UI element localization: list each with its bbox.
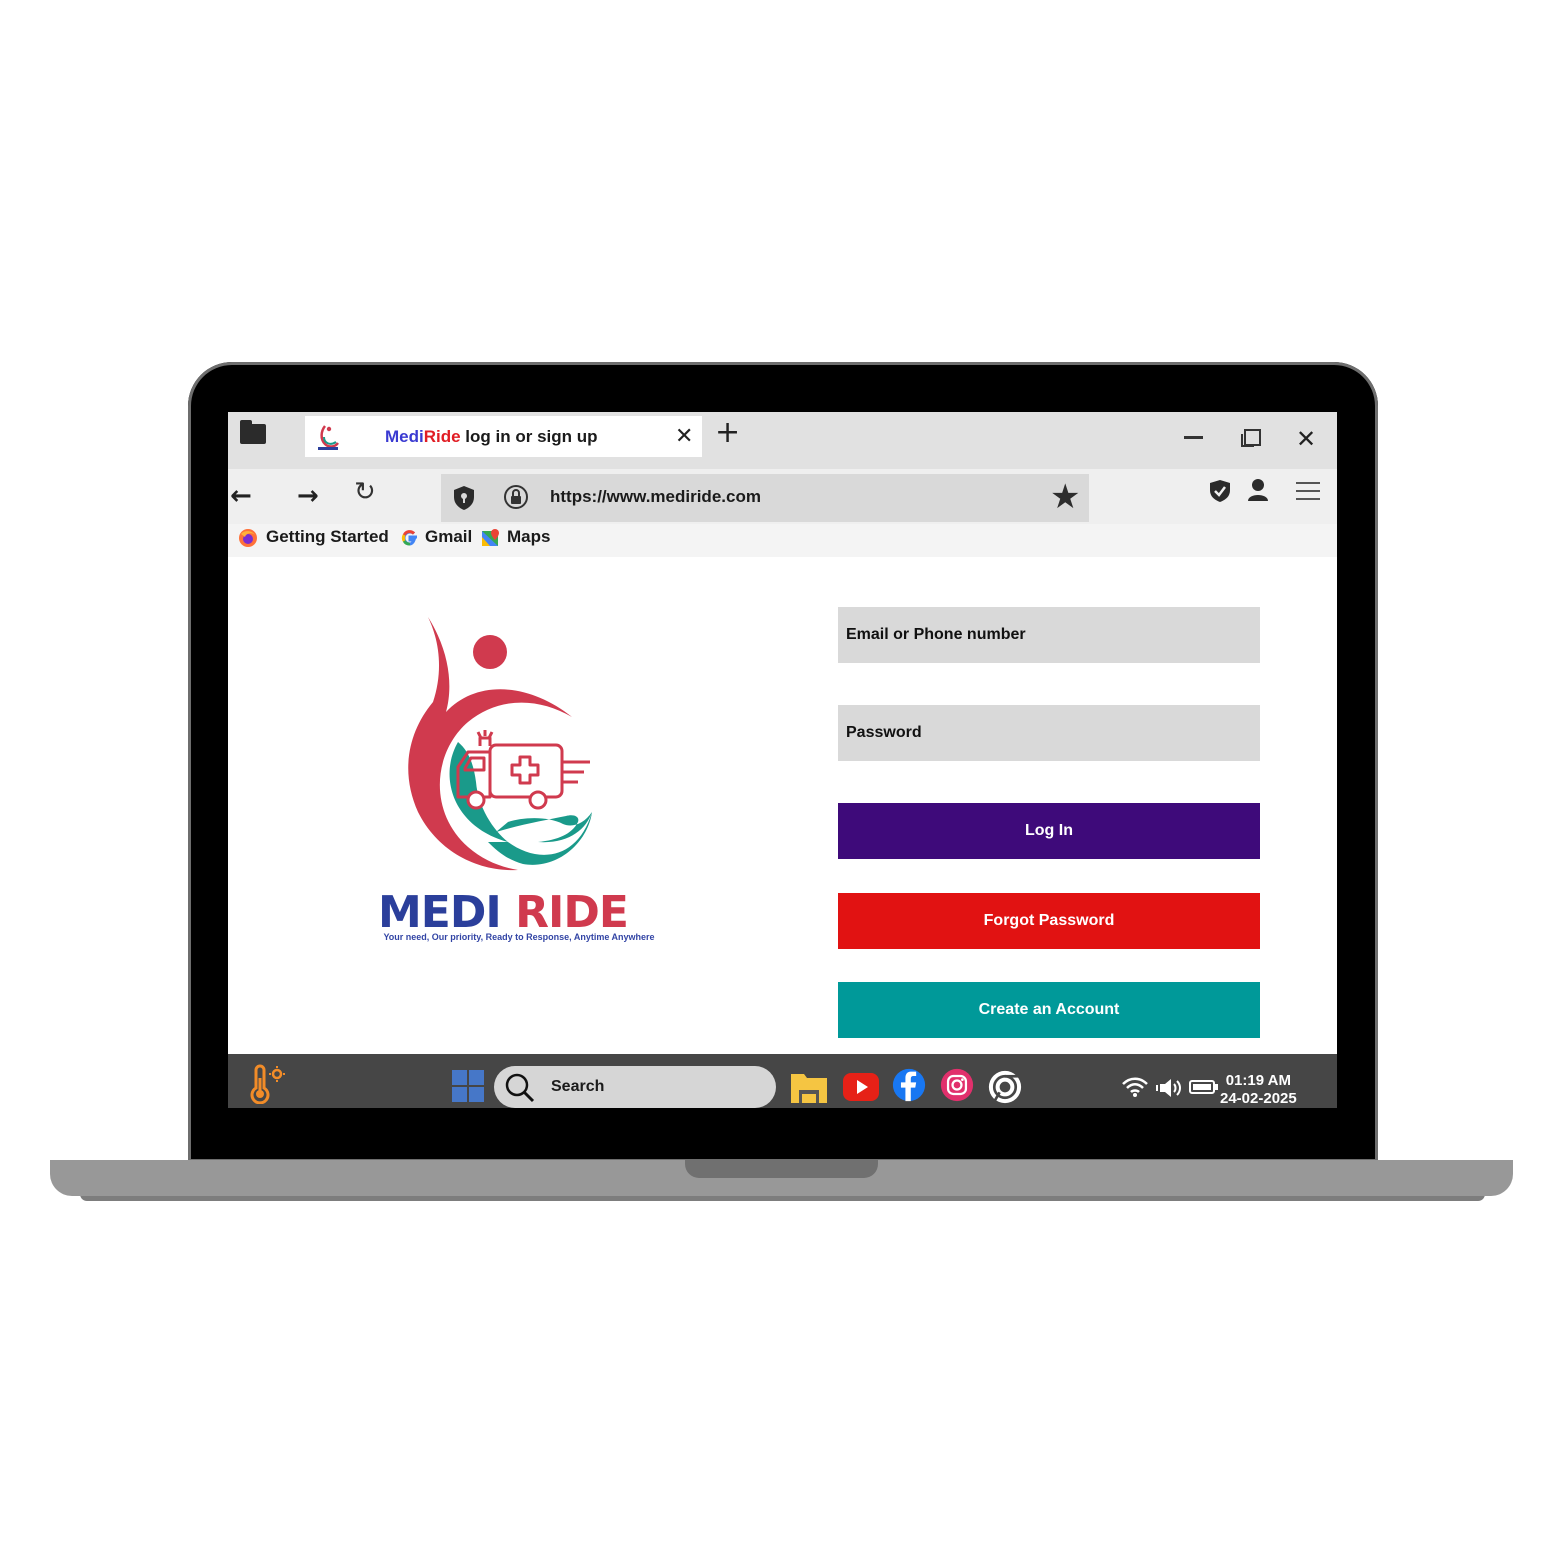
forward-arrow-icon[interactable]: → [297,481,319,511]
youtube-icon[interactable] [842,1070,880,1104]
address-bar[interactable]: https://www.mediride.com ★ [441,474,1089,522]
privacy-shield-icon[interactable] [1209,479,1231,503]
maximize-icon[interactable] [1241,429,1261,447]
tracking-shield-icon[interactable] [452,485,476,511]
facebook-icon[interactable] [890,1068,928,1102]
brand-tagline: Your need, Our priority, Ready to Respon… [383,932,655,942]
folder-icon[interactable] [240,420,266,444]
time-text: 01:19 AM [1225,1072,1292,1089]
wifi-icon[interactable] [1121,1076,1149,1098]
forgot-password-button[interactable]: Forgot Password [838,893,1260,949]
new-tab-icon[interactable]: + [715,418,740,448]
password-field[interactable] [838,705,1260,761]
url-text[interactable]: https://www.mediride.com [550,487,761,507]
laptop-notch [685,1160,878,1178]
taskbar: Search 01:19 AM 24-02-2025 [228,1054,1337,1108]
mediride-logo [408,617,592,871]
instagram-icon[interactable] [938,1068,976,1102]
maps-icon [482,528,499,546]
search-label: Search [551,1078,605,1095]
firefox-icon [239,528,257,547]
bookmark-gmail[interactable]: Gmail [401,527,472,547]
search-icon [505,1073,535,1103]
password-input[interactable] [838,705,1260,761]
email-input[interactable] [838,607,1260,663]
site-lock-icon[interactable] [503,484,529,510]
bookmarks-bar: Getting Started Gmail Maps [228,524,1337,557]
bookmark-star-icon[interactable]: ★ [1050,477,1080,517]
weather-thermometer-icon[interactable] [246,1064,286,1104]
close-tab-icon[interactable]: ✕ [675,424,693,449]
account-icon[interactable] [1247,478,1269,502]
battery-icon[interactable] [1189,1079,1219,1095]
nav-bar: ← → ↻ https://www.mediride.com ★ [228,469,1337,524]
login-button[interactable]: Log In [838,803,1260,859]
create-account-button[interactable]: Create an Account [838,982,1260,1038]
volume-icon[interactable] [1156,1076,1186,1100]
reload-icon[interactable]: ↻ [354,477,376,507]
back-arrow-icon[interactable]: ← [230,481,252,511]
brand-name: MEDI RIDE [378,887,629,938]
bookmark-getting-started[interactable]: Getting Started [238,527,389,548]
taskbar-search[interactable]: Search [494,1066,776,1108]
google-icon [401,529,417,546]
start-menu-icon[interactable] [452,1068,486,1102]
minimize-icon[interactable] [1184,436,1203,439]
tab-bar: MediRide log in or sign up ✕ + ✕ [228,412,1337,469]
file-explorer-icon[interactable] [790,1070,828,1104]
active-tab[interactable]: MediRide log in or sign up ✕ [305,416,702,457]
hamburger-menu-icon[interactable] [1296,482,1320,500]
tab-title: MediRide log in or sign up [385,427,598,446]
login-page: MEDI RIDE Your need, Our priority, Ready… [228,557,1337,1054]
clock[interactable]: 01:19 AM 24-02-2025 [1220,1072,1297,1108]
close-window-icon[interactable]: ✕ [1296,425,1316,453]
screen: MediRide log in or sign up ✕ + ✕ ← → ↻ h… [228,412,1337,1108]
chrome-icon[interactable] [986,1070,1024,1104]
email-field[interactable] [838,607,1260,663]
mediride-favicon [318,425,339,450]
bookmark-maps[interactable]: Maps [481,527,550,548]
date-text: 24-02-2025 [1220,1090,1297,1107]
